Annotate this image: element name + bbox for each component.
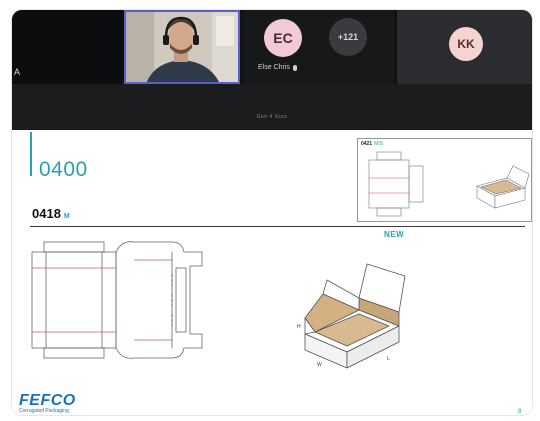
- preview-drawing: [368, 151, 530, 217]
- slide-subcode: 0418 M: [32, 206, 70, 221]
- new-label: NEW: [384, 230, 405, 239]
- dim-label-l: L: [387, 356, 390, 362]
- participant-name: Else Chris: [258, 64, 297, 71]
- slide-code: 0400: [39, 158, 88, 181]
- meeting-screenshot: A EC +121 Else Chris KK Gen 4 Xxxx 0400 …: [12, 10, 532, 415]
- dim-label-w: W: [317, 362, 322, 368]
- participant-video-tile[interactable]: [124, 10, 240, 84]
- avatar-ec: EC: [264, 19, 302, 57]
- shared-screen-header: Gen 4 Xxxx: [12, 84, 532, 130]
- participant-tile-kk[interactable]: KK: [397, 10, 532, 84]
- page-number: 8: [518, 409, 522, 415]
- open-box-illustration: H W L: [297, 263, 406, 369]
- share-label: Gen 4 Xxxx: [256, 114, 288, 120]
- webcam-video: [126, 12, 238, 82]
- more-participants-badge[interactable]: +121: [329, 18, 367, 56]
- subcode-suffix: M: [63, 213, 70, 220]
- shared-slide: 0400 0418 M 0421 M/S NEW H W L FEFCO Cor…: [12, 130, 532, 415]
- participant-tile-left[interactable]: A: [12, 10, 122, 84]
- fefco-logo-subtext: Corrugated Packaging: [19, 408, 69, 414]
- participant-tile-ec[interactable]: EC +121 Else Chris: [244, 10, 394, 84]
- dim-label-h: H: [297, 324, 301, 330]
- mic-icon: [292, 64, 297, 71]
- meeting-strip: A EC +121 Else Chris KK Gen 4 Xxxx: [12, 10, 532, 130]
- avatar-kk: KK: [449, 27, 483, 61]
- subcode-text: 0418: [32, 206, 61, 221]
- accent-line: [30, 132, 32, 176]
- preview-thumbnail: 0421 M/S: [357, 138, 532, 222]
- participant-name-text: Else Chris: [258, 64, 290, 71]
- box-dieline-drawing: [31, 241, 203, 359]
- tile-left-label: A: [14, 67, 21, 77]
- title-divider: [30, 226, 525, 227]
